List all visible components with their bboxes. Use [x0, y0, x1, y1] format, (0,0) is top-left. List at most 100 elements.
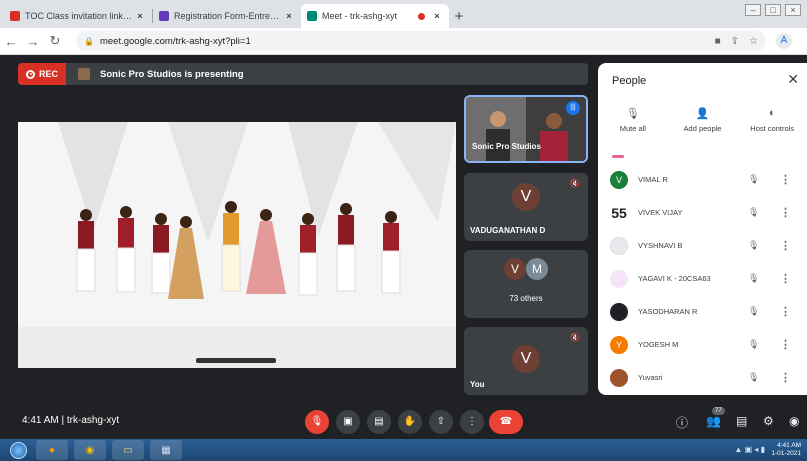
- toggle-icon: ◐: [768, 107, 776, 119]
- reload-icon[interactable]: ↻: [44, 33, 66, 49]
- mic-off-icon[interactable]: 🎙: [748, 372, 759, 383]
- mic-off-icon[interactable]: 🎙: [748, 174, 759, 185]
- participant-tile-vaduganathan[interactable]: 🔇 V VADUGANATHAN D: [464, 173, 588, 241]
- close-tab-icon[interactable]: ×: [134, 11, 146, 21]
- back-icon[interactable]: ←: [0, 34, 22, 49]
- list-item[interactable]: YASODHARAN R 🎙 ⋮: [598, 295, 807, 328]
- taskbar-media-player[interactable]: ●: [36, 440, 68, 460]
- tab-title: TOC Class invitation link-11.15 A: [25, 11, 134, 21]
- mic-off-icon: 🔇: [570, 333, 580, 342]
- list-scroll-indicator: [612, 155, 624, 158]
- more-options-icon[interactable]: ⋮: [780, 371, 791, 384]
- close-window-icon[interactable]: ×: [785, 4, 801, 16]
- camera-icon[interactable]: ■: [715, 36, 721, 47]
- browser-tab-toc[interactable]: TOC Class invitation link-11.15 A ×: [4, 4, 152, 28]
- taskbar-chrome[interactable]: ◉: [74, 440, 106, 460]
- participant-list: V VIMAL R 🎙 ⋮ 55 VIVEK VIJAY 🎙 ⋮ VYSHNAV…: [598, 163, 807, 394]
- taskbar-app[interactable]: ▦: [150, 440, 182, 460]
- meeting-info: 4:41 AM | trk-ashg-xyt: [22, 415, 119, 426]
- panel-title: People: [612, 75, 647, 87]
- people-actions: 🎙 Mute all 👤 Add people ◐ Host controls: [598, 107, 807, 147]
- share-icon[interactable]: ⇪: [731, 36, 739, 47]
- activities-icon[interactable]: ⚙: [763, 414, 774, 428]
- mic-off-icon[interactable]: 🎙: [748, 207, 759, 218]
- mic-off-icon[interactable]: 🎙: [748, 306, 759, 317]
- list-item[interactable]: Y YOGESH M 🎙 ⋮: [598, 328, 807, 361]
- more-options-icon[interactable]: ⋮: [780, 173, 791, 186]
- chat-icon[interactable]: ▤: [736, 414, 747, 428]
- more-options-icon[interactable]: ⋮: [780, 239, 791, 252]
- present-now-button[interactable]: ⇧: [429, 410, 453, 434]
- browser-tab-meet[interactable]: Meet - trk-ashg-xyt ×: [301, 4, 449, 28]
- presentation-bar: REC Sonic Pro Studios is presenting: [18, 63, 588, 85]
- avatar: 55: [610, 203, 628, 222]
- more-options-icon[interactable]: ⋮: [780, 206, 791, 219]
- others-count: 73 others: [509, 294, 543, 303]
- action-label: Mute all: [619, 124, 646, 133]
- mic-off-icon[interactable]: 🎙: [748, 273, 759, 284]
- system-tray[interactable]: ▲ ▣ ◂ ▮: [734, 445, 765, 454]
- folder-icon: ▭: [123, 444, 133, 456]
- meeting-time: 4:41 AM: [22, 415, 59, 426]
- meeting-details-icon[interactable]: ⓘ: [676, 414, 688, 431]
- participant-name: VIMAL R: [638, 175, 668, 184]
- leave-call-button[interactable]: ☎: [489, 410, 523, 434]
- chrome-icon: ◉: [85, 444, 95, 456]
- mic-off-icon[interactable]: 🎙: [748, 339, 759, 350]
- mic-off-icon[interactable]: 🎙: [748, 240, 759, 251]
- host-controls-button[interactable]: ◐ Host controls: [737, 107, 807, 147]
- mic-off-icon: 🔇: [570, 179, 580, 188]
- microphone-toggle-button[interactable]: 🎙: [305, 410, 329, 434]
- address-bar[interactable]: 🔒 meet.google.com/trk-ashg-xyt?pli=1 ■ ⇪…: [76, 31, 766, 51]
- audio-level-icon: |||: [566, 101, 580, 115]
- participant-name: YASODHARAN R: [638, 307, 698, 316]
- dance-scene-image: [18, 122, 456, 368]
- list-item[interactable]: 55 VIVEK VIJAY 🎙 ⋮: [598, 196, 807, 229]
- mic-off-icon: 🎙: [625, 108, 640, 120]
- mute-all-button[interactable]: 🎙 Mute all: [598, 107, 668, 147]
- avatar: V: [512, 183, 540, 211]
- participant-tile-presenter[interactable]: Sonic Pro Studios |||: [464, 95, 588, 163]
- camera-toggle-button[interactable]: ▣: [336, 410, 360, 434]
- browser-tab-registration[interactable]: Registration Form-Entrepreneurs ×: [153, 4, 301, 28]
- start-button[interactable]: [6, 439, 30, 461]
- bookmark-star-icon[interactable]: ☆: [749, 36, 758, 47]
- more-options-icon[interactable]: ⋮: [780, 338, 791, 351]
- close-tab-icon[interactable]: ×: [431, 11, 443, 21]
- more-options-icon[interactable]: ⋮: [780, 272, 791, 285]
- avatar: M: [526, 258, 548, 280]
- captions-button[interactable]: ▤: [367, 410, 391, 434]
- participant-name: VYSHNAVI B: [638, 241, 683, 250]
- people-button[interactable]: 👥 77: [706, 407, 725, 428]
- participant-tile-others[interactable]: V M 73 others: [464, 250, 588, 318]
- profile-avatar[interactable]: A: [776, 33, 792, 49]
- new-tab-button[interactable]: +: [449, 4, 469, 28]
- minimize-icon[interactable]: –: [745, 4, 761, 16]
- avatar: V: [512, 345, 540, 373]
- more-options-button[interactable]: ⋮: [460, 410, 484, 434]
- more-options-icon[interactable]: ⋮: [780, 305, 791, 318]
- close-tab-icon[interactable]: ×: [283, 11, 295, 21]
- recording-badge: REC: [18, 63, 67, 85]
- participant-tile-you[interactable]: 🔇 V You: [464, 327, 588, 395]
- list-item[interactable]: VYSHNAVI B 🎙 ⋮: [598, 229, 807, 262]
- gmail-icon: [10, 11, 20, 21]
- add-people-button[interactable]: 👤 Add people: [668, 107, 738, 147]
- raise-hand-button[interactable]: ✋: [398, 410, 422, 434]
- system-clock[interactable]: 4:41 AM 1-01-2021: [771, 442, 801, 458]
- list-item[interactable]: Yuvasri 🎙 ⋮: [598, 361, 807, 394]
- recording-indicator-icon: [418, 12, 425, 20]
- maximize-icon[interactable]: □: [765, 4, 781, 16]
- list-item[interactable]: V VIMAL R 🎙 ⋮: [598, 163, 807, 196]
- avatar: [610, 302, 628, 321]
- close-icon[interactable]: ✕: [787, 71, 799, 88]
- window-controls: – □ ×: [745, 4, 801, 16]
- lock-icon[interactable]: 🔒: [84, 37, 94, 46]
- list-item[interactable]: YAGAVI K - 20CSA63 🎙 ⋮: [598, 262, 807, 295]
- browser-tab-bar: TOC Class invitation link-11.15 A × Regi…: [0, 0, 807, 28]
- forward-icon[interactable]: →: [22, 34, 44, 49]
- host-controls-icon[interactable]: ◉: [789, 414, 799, 428]
- avatar: V: [610, 170, 628, 189]
- taskbar-explorer[interactable]: ▭: [112, 440, 144, 460]
- presentation-video[interactable]: [18, 122, 456, 368]
